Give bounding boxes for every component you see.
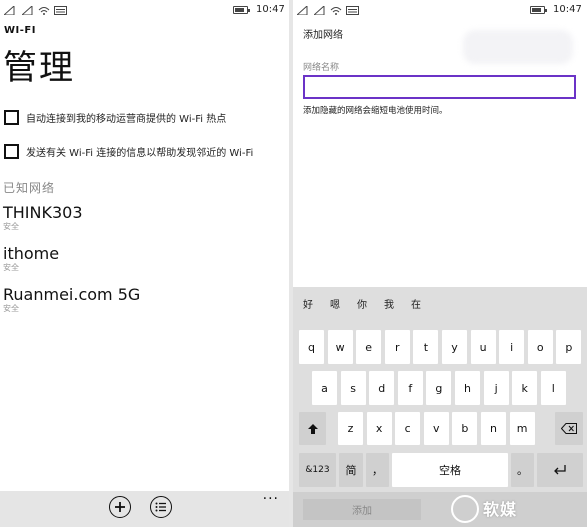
status-bar: 10:47	[293, 0, 587, 20]
shift-arrow-icon	[307, 423, 318, 434]
key-l[interactable]: l	[540, 371, 566, 405]
network-name-label: 网络名称	[303, 63, 340, 73]
key-j[interactable]: j	[483, 371, 509, 405]
suggestion-bar: 好 嗯 你 我 在	[293, 287, 587, 319]
comma-key[interactable]: ，	[366, 453, 389, 487]
plus-circle-icon	[115, 502, 125, 512]
suggestion[interactable]: 我	[384, 296, 394, 311]
key-u[interactable]: u	[470, 330, 496, 364]
message-icon	[54, 6, 67, 15]
key-a[interactable]: a	[312, 371, 337, 405]
network-item[interactable]: THINK303 安全	[3, 204, 83, 232]
add-network-button[interactable]	[109, 496, 131, 518]
key-n[interactable]: n	[481, 412, 506, 445]
signal-icon	[297, 6, 308, 15]
watermark-logo	[451, 495, 479, 523]
key-x[interactable]: x	[366, 412, 392, 445]
auto-connect-label: 自动连接到我的移动运营商提供的 Wi-Fi 热点	[26, 114, 227, 125]
symbols-key[interactable]: &123	[299, 453, 336, 487]
key-w[interactable]: w	[327, 330, 353, 364]
list-circle-icon	[155, 502, 166, 512]
key-h[interactable]: h	[455, 371, 480, 405]
signal-icon	[314, 6, 325, 15]
key-t[interactable]: t	[413, 330, 439, 364]
key-p[interactable]: p	[556, 330, 582, 364]
key-y[interactable]: y	[442, 330, 467, 364]
network-item[interactable]: ithome 安全	[3, 245, 59, 273]
key-z[interactable]: z	[338, 412, 363, 445]
network-name: ithome	[3, 244, 60, 263]
share-info-checkbox[interactable]	[4, 144, 19, 159]
auto-connect-checkbox[interactable]	[4, 110, 19, 125]
share-info-label: 发送有关 Wi-Fi 连接的信息以帮助发现邻近的 Wi-Fi	[26, 148, 254, 159]
suggestion[interactable]: 好	[303, 296, 313, 311]
wifi-icon	[330, 7, 342, 15]
add-network-screen: 10:47 添加网络 网络名称 添加隐藏的网络会缩短电池使用时间。 好 嗯 你 …	[293, 0, 587, 527]
network-name: Ruanmei.com 5G	[3, 285, 141, 304]
command-bar: 添加 软媒	[293, 492, 587, 527]
wifi-manage-screen: 10:47 WI-FI 管理 自动连接到我的移动运营商提供的 Wi-Fi 热点 …	[0, 0, 289, 527]
key-s[interactable]: s	[340, 371, 366, 405]
watermark-text: 软媒	[483, 500, 518, 519]
add-button[interactable]: 添加	[303, 499, 421, 520]
network-name: THINK303	[3, 203, 83, 222]
page-title: 添加网络	[303, 30, 343, 41]
signal-icon	[4, 6, 15, 15]
network-security: 安全	[3, 304, 19, 313]
backspace-icon	[561, 423, 577, 434]
key-i[interactable]: i	[499, 330, 525, 364]
app-bar: ···	[0, 491, 289, 527]
key-k[interactable]: k	[512, 371, 538, 405]
enter-key[interactable]	[537, 453, 583, 487]
background-smudge	[463, 30, 573, 64]
key-b[interactable]: b	[452, 412, 478, 445]
message-icon	[346, 6, 359, 15]
simplified-key[interactable]: 简	[339, 453, 363, 487]
enter-icon	[554, 465, 566, 475]
signal-icon	[22, 6, 33, 15]
key-e[interactable]: e	[356, 330, 382, 364]
battery-icon	[530, 6, 547, 14]
suggestion[interactable]: 你	[357, 296, 367, 311]
network-security: 安全	[3, 263, 19, 272]
key-v[interactable]: v	[423, 412, 449, 445]
known-networks-heading: 已知网络	[3, 181, 56, 195]
suggestion[interactable]: 嗯	[330, 296, 340, 311]
wifi-icon	[38, 7, 50, 15]
keyboard: 好 嗯 你 我 在 qwertyuiop asdfghjkl zxcvbnm &…	[293, 287, 587, 527]
battery-hint: 添加隐藏的网络会缩短电池使用时间。	[303, 106, 448, 116]
network-name-input[interactable]	[303, 75, 576, 99]
key-r[interactable]: r	[384, 330, 410, 364]
network-security: 安全	[3, 222, 19, 231]
clock: 10:47	[553, 4, 582, 15]
space-key[interactable]: 空格	[392, 453, 508, 487]
key-q[interactable]: q	[299, 330, 324, 364]
key-g[interactable]: g	[426, 371, 452, 405]
network-item[interactable]: Ruanmei.com 5G 安全	[3, 286, 140, 314]
select-networks-button[interactable]	[150, 496, 172, 518]
period-key[interactable]: 。	[511, 453, 534, 487]
suggestion[interactable]: 在	[411, 296, 421, 311]
key-d[interactable]: d	[369, 371, 395, 405]
key-o[interactable]: o	[527, 330, 553, 364]
battery-icon	[233, 6, 250, 14]
backspace-key[interactable]	[555, 412, 583, 445]
key-f[interactable]: f	[397, 371, 423, 405]
auto-connect-option[interactable]: 自动连接到我的移动运营商提供的 Wi-Fi 热点	[4, 110, 226, 125]
clock: 10:47	[256, 4, 285, 15]
status-bar: 10:47	[0, 0, 289, 20]
more-options-button[interactable]: ···	[263, 491, 279, 507]
key-c[interactable]: c	[395, 412, 421, 445]
app-label: WI-FI	[4, 25, 36, 36]
share-info-option[interactable]: 发送有关 Wi-Fi 连接的信息以帮助发现邻近的 Wi-Fi	[4, 144, 253, 159]
shift-key[interactable]	[299, 412, 326, 445]
page-title: 管理	[3, 48, 75, 88]
key-m[interactable]: m	[509, 412, 535, 445]
